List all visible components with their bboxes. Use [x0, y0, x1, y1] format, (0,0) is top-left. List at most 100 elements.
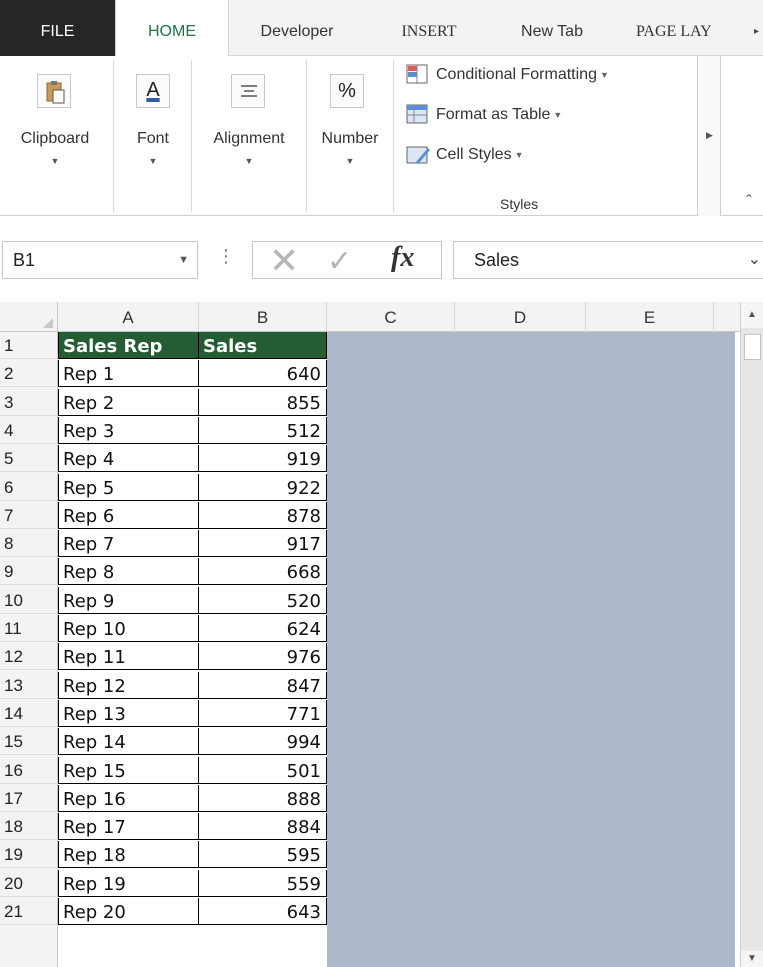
row-header[interactable]: 18 [0, 813, 58, 841]
collapse-ribbon-icon[interactable]: ⌃ [744, 192, 754, 206]
column-header-e[interactable]: E [586, 302, 714, 332]
tab-page-layout[interactable]: PAGE LAY [636, 0, 754, 56]
row-header[interactable]: 6 [0, 474, 58, 501]
cell-sales-rep[interactable]: Rep 1 [58, 360, 199, 388]
cell-sales-rep[interactable]: Rep 5 [58, 473, 199, 501]
cell-sales[interactable]: 595 [199, 841, 327, 869]
row-header[interactable]: 11 [0, 615, 58, 642]
cell-sales[interactable]: 888 [199, 784, 327, 812]
ribbon-scroll-right[interactable]: ▶ [697, 56, 721, 216]
cell-sales[interactable]: 878 [199, 501, 327, 529]
alignment-group[interactable]: Alignment ▼ [193, 56, 305, 216]
cell-sales[interactable]: 884 [199, 813, 327, 841]
insert-function-icon[interactable]: fx [391, 242, 414, 274]
formula-input[interactable]: Sales ⌄ [453, 241, 763, 279]
cell-sales-rep[interactable]: Rep 3 [58, 416, 199, 444]
cell-sales[interactable]: 640 [199, 360, 327, 388]
row-header[interactable]: 5 [0, 445, 58, 473]
cell-sales[interactable]: 976 [199, 643, 327, 671]
tab-insert[interactable]: INSERT [382, 0, 476, 56]
chevron-down-icon[interactable]: ▼ [178, 242, 189, 278]
formula-bar-grip-icon[interactable]: ⋮ [217, 247, 235, 265]
cell-sales-rep[interactable]: Rep 2 [58, 388, 199, 416]
tab-developer[interactable]: Developer [232, 0, 362, 56]
cell-sales-rep[interactable]: Rep 16 [58, 784, 199, 812]
cell-sales[interactable]: 922 [199, 473, 327, 501]
tab-scroll-right-icon[interactable]: ▸ [754, 26, 759, 37]
worksheet-grid[interactable]: A B C D E 1 Sales Rep Sales 2 Rep 1 640 3 Rep 2… [0, 302, 740, 967]
row-header[interactable]: 4 [0, 417, 58, 444]
cell-sales-rep[interactable]: Rep 12 [58, 671, 199, 699]
cell-sales[interactable]: 847 [199, 671, 327, 699]
chevron-down-icon: ▼ [148, 156, 158, 166]
cell-sales-rep[interactable]: Rep 4 [58, 445, 199, 473]
cell-sales-rep[interactable]: Rep 7 [58, 530, 199, 558]
row-header[interactable]: 1 [0, 332, 58, 359]
cell-sales-rep[interactable]: Rep 19 [58, 869, 199, 897]
vertical-scrollbar[interactable]: ▲ ▼ [740, 302, 763, 967]
cell-sales-rep[interactable]: Rep 18 [58, 841, 199, 869]
row-header[interactable]: 3 [0, 389, 58, 416]
selected-range[interactable] [327, 332, 735, 967]
cell-sales[interactable]: 917 [199, 530, 327, 558]
cell-sales-rep[interactable]: Rep 11 [58, 643, 199, 671]
cell-sales[interactable]: 520 [199, 586, 327, 614]
cell-sales[interactable]: 994 [199, 728, 327, 756]
scroll-down-icon[interactable]: ▼ [741, 951, 763, 967]
row-header[interactable]: 14 [0, 700, 58, 727]
cell-sales[interactable]: 559 [199, 869, 327, 897]
cell-sales-rep[interactable]: Rep 17 [58, 813, 199, 841]
row-header[interactable]: 15 [0, 728, 58, 756]
cell-sales-rep[interactable]: Rep 10 [58, 615, 199, 642]
format-as-table-button[interactable]: Format as Table ▼ [406, 104, 562, 136]
header-cell-sales-rep[interactable]: Sales Rep [58, 332, 199, 359]
row-header[interactable]: 13 [0, 672, 58, 699]
row-header[interactable]: 8 [0, 530, 58, 558]
confirm-entry-icon[interactable]: ✓ [327, 244, 352, 279]
scroll-up-icon[interactable]: ▲ [741, 302, 763, 328]
row-header[interactable]: 7 [0, 502, 58, 529]
row-header[interactable]: 10 [0, 587, 58, 614]
tab-home[interactable]: HOME [115, 0, 229, 57]
clipboard-group[interactable]: Clipboard ▼ [0, 56, 110, 216]
cell-sales[interactable]: 512 [199, 416, 327, 444]
cell-sales-rep[interactable]: Rep 9 [58, 586, 199, 614]
cell-sales-rep[interactable]: Rep 6 [58, 501, 199, 529]
column-header-b[interactable]: B [199, 302, 327, 332]
cell-sales-rep[interactable]: Rep 8 [58, 558, 199, 586]
cell-sales[interactable]: 624 [199, 615, 327, 642]
expand-formula-bar-icon[interactable]: ⌄ [748, 242, 761, 278]
row-header[interactable]: 19 [0, 841, 58, 869]
name-box[interactable]: B1 ▼ [2, 241, 198, 279]
number-group[interactable]: % Number ▼ [308, 56, 392, 216]
row-header[interactable]: 9 [0, 558, 58, 586]
cell-sales[interactable]: 668 [199, 558, 327, 586]
conditional-formatting-button[interactable]: Conditional Formatting ▼ [406, 64, 609, 96]
tab-new-tab[interactable]: New Tab [496, 0, 608, 56]
font-group[interactable]: A Font ▼ [116, 56, 190, 216]
cell-sales[interactable]: 919 [199, 445, 327, 473]
cancel-entry-icon[interactable]: ✕ [269, 240, 299, 282]
header-cell-sales[interactable]: Sales [199, 332, 327, 359]
column-header-c[interactable]: C [327, 302, 455, 332]
cell-sales[interactable]: 771 [199, 699, 327, 727]
row-header[interactable]: 2 [0, 360, 58, 388]
column-header-d[interactable]: D [455, 302, 586, 332]
cell-sales[interactable]: 501 [199, 756, 327, 784]
row-header[interactable]: 12 [0, 643, 58, 671]
cell-sales-rep[interactable]: Rep 20 [58, 898, 199, 925]
cell-sales-rep[interactable]: Rep 15 [58, 756, 199, 784]
cell-sales[interactable]: 855 [199, 388, 327, 416]
tab-file[interactable]: FILE [0, 0, 115, 56]
cell-styles-button[interactable]: Cell Styles ▼ [406, 144, 524, 176]
cell-sales-rep[interactable]: Rep 14 [58, 728, 199, 756]
scroll-thumb[interactable] [744, 334, 761, 360]
cell-sales[interactable]: 643 [199, 898, 327, 925]
column-header-a[interactable]: A [58, 302, 199, 332]
row-header[interactable]: 16 [0, 757, 58, 784]
row-header[interactable]: 21 [0, 898, 58, 925]
select-all-button[interactable] [0, 302, 58, 332]
row-header[interactable]: 20 [0, 870, 58, 897]
cell-sales-rep[interactable]: Rep 13 [58, 699, 199, 727]
row-header[interactable]: 17 [0, 785, 58, 812]
